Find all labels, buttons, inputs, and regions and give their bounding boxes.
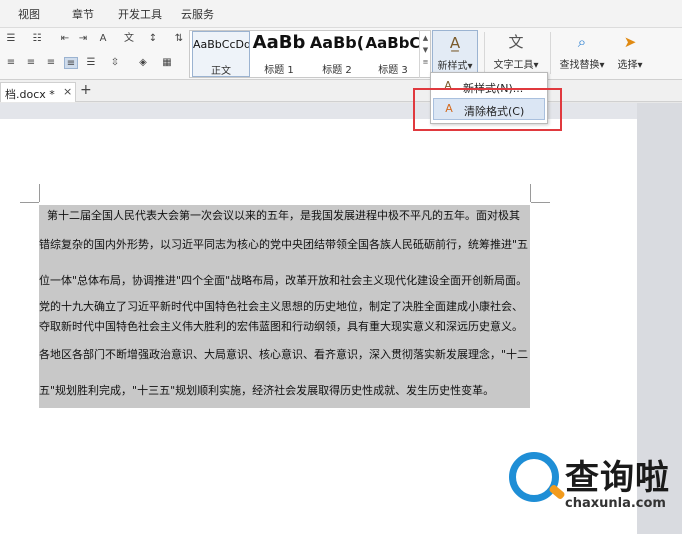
- new-style-button[interactable]: A̲ 新样式▾: [432, 30, 478, 78]
- shading-icon[interactable]: ◈: [136, 57, 150, 69]
- style-sample: AaBbCcDd: [193, 38, 249, 51]
- menu-bar: 视图 章节 开发工具 云服务: [0, 0, 682, 28]
- close-tab-icon[interactable]: ×: [63, 85, 72, 98]
- select-button[interactable]: ➤ 选择▾: [612, 30, 648, 78]
- page-corner-mark: [39, 184, 40, 202]
- menu-cloud[interactable]: 云服务: [181, 6, 214, 22]
- style-normal[interactable]: AaBbCcDd 正文: [192, 31, 250, 77]
- annotation-highlight-box: [413, 88, 562, 131]
- style-name: 标题 1: [264, 65, 294, 76]
- text-tools-button[interactable]: 文 文字工具▾: [486, 30, 546, 78]
- watermark-tail-icon: [548, 483, 566, 501]
- justify-icon[interactable]: ≡: [64, 57, 78, 69]
- paragraph-line[interactable]: 各地区各部门不断增强政治意识、大局意识、核心意识、看齐意识，深入贯彻落实新发展理…: [39, 346, 530, 362]
- watermark-logo: 查询啦 chaxunla.com: [505, 444, 677, 526]
- divider: [484, 32, 485, 74]
- find-replace-icon: ⌕: [577, 33, 587, 51]
- align-left-icon[interactable]: ≡: [4, 57, 18, 69]
- document-tab-title: 档.docx *: [5, 88, 55, 101]
- text-tools-label: 文字工具▾: [493, 60, 539, 71]
- page-corner-mark: [20, 202, 39, 203]
- align-center-icon[interactable]: ≡: [24, 57, 38, 69]
- watermark-url: chaxunla.com: [565, 496, 666, 511]
- new-style-icon: A̲: [449, 34, 461, 52]
- select-label: 选择▾: [617, 60, 643, 71]
- text-tools-icon: 文: [508, 33, 524, 51]
- more-styles-icon[interactable]: ≡: [420, 58, 431, 66]
- style-sample: AaBb: [252, 32, 306, 53]
- paragraph-line[interactable]: 第十二届全国人民代表大会第一次会议以来的五年，是我国发展进程中极不平凡的五年。面…: [39, 207, 530, 223]
- style-heading-2[interactable]: AaBb( 标题 2: [308, 31, 366, 77]
- distributed-icon[interactable]: ☰: [84, 57, 98, 69]
- add-tab-icon[interactable]: +: [80, 82, 92, 98]
- change-case-icon[interactable]: A: [96, 33, 110, 45]
- line-spacing-icon[interactable]: ↕: [146, 33, 160, 45]
- styles-gallery: AaBbCcDd 正文 AaBb 标题 1 AaBb( 标题 2 AaBbC 标…: [189, 30, 431, 78]
- page-corner-mark: [530, 184, 531, 202]
- numbered-list-icon[interactable]: ☷: [30, 33, 44, 45]
- watermark-text: 查询啦: [565, 458, 670, 498]
- style-name: 标题 3: [378, 65, 408, 76]
- scroll-down-icon[interactable]: ▼: [420, 46, 431, 54]
- sort-icon[interactable]: ⇅: [172, 33, 186, 45]
- paragraph-line[interactable]: 错综复杂的国内外形势，以习近平同志为核心的党中央团结带领全国各族人民砥砺前行，统…: [39, 236, 530, 252]
- watermark-circle-icon: [509, 452, 559, 502]
- style-heading-3[interactable]: AaBbC 标题 3: [364, 31, 422, 77]
- decrease-indent-icon[interactable]: ⇤: [58, 33, 72, 45]
- find-replace-button[interactable]: ⌕ 查找替换▾: [554, 30, 610, 78]
- paragraph-line[interactable]: 夺取新时代中国特色社会主义伟大胜利的宏伟蓝图和行动纲领，具有重大现实意义和深远历…: [39, 318, 530, 334]
- document-tab[interactable]: 档.docx * ×: [0, 82, 76, 102]
- align-right-icon[interactable]: ≡: [44, 57, 58, 69]
- styles-scroll[interactable]: ▲ ▼ ≡: [419, 30, 431, 78]
- menu-developer[interactable]: 开发工具: [118, 6, 162, 22]
- page-corner-mark: [531, 202, 550, 203]
- document-tab-bar: 档.docx * × +: [0, 80, 682, 102]
- bullet-list-icon[interactable]: ☰: [4, 33, 18, 45]
- paragraph-line[interactable]: 五"规划胜利完成，"十三五"规划顺利实施，经济社会发展取得历史性成就、发生历史性…: [39, 382, 530, 398]
- menu-chapter[interactable]: 章节: [72, 6, 94, 22]
- increase-indent-icon[interactable]: ⇥: [76, 33, 90, 45]
- style-name: 标题 2: [322, 65, 352, 76]
- divider: [550, 32, 551, 74]
- style-sample: AaBb(: [309, 33, 365, 52]
- borders-icon[interactable]: ▦: [160, 57, 174, 69]
- menu-view[interactable]: 视图: [18, 6, 40, 22]
- cursor-icon: ➤: [623, 33, 637, 51]
- find-replace-label: 查找替换▾: [559, 60, 605, 71]
- style-sample: AaBbC: [365, 34, 421, 52]
- new-style-label: 新样式▾: [437, 61, 473, 72]
- paragraph-line[interactable]: 党的十九大确立了习近平新时代中国特色社会主义思想的历史地位，制定了决胜全面建成小…: [39, 298, 530, 314]
- phonetic-icon[interactable]: 文: [122, 33, 136, 45]
- paragraph-line[interactable]: 位一体"总体布局，协调推进"四个全面"战略布局，改革开放和社会主义现代化建设全面…: [39, 272, 530, 288]
- scroll-up-icon[interactable]: ▲: [420, 34, 431, 42]
- style-name: 正文: [211, 66, 231, 77]
- paragraph-spacing-icon[interactable]: ⇳: [108, 57, 122, 69]
- style-heading-1[interactable]: AaBb 标题 1: [250, 31, 308, 77]
